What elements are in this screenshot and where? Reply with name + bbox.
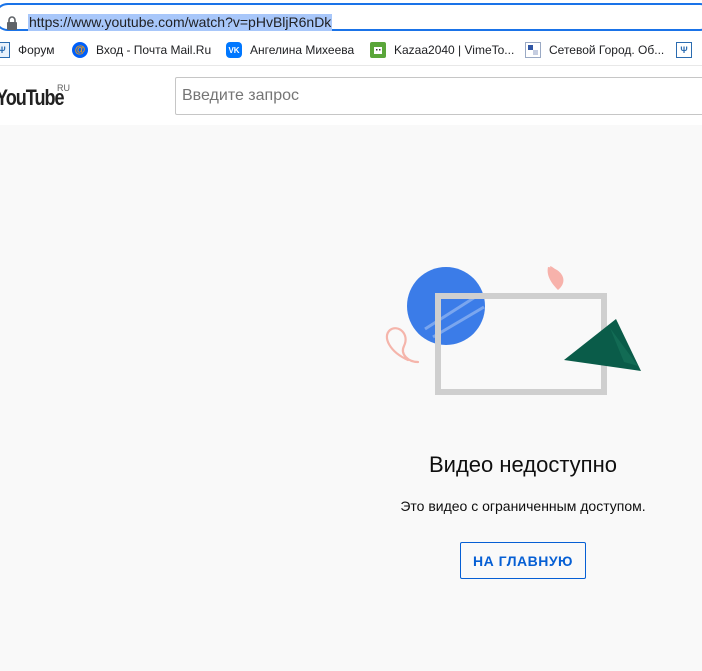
search-input[interactable]	[175, 77, 702, 115]
bookmark-label: Сетевой Город. Об...	[549, 43, 665, 57]
error-subtitle: Это видео с ограниченным доступом.	[400, 498, 646, 514]
country-code: RU	[57, 83, 70, 93]
shield-icon: Ψ	[676, 42, 692, 58]
mail-ru-icon: @	[72, 42, 88, 58]
bookmark-label: Kazaa2040 | VimeTo...	[394, 43, 515, 57]
url-text[interactable]: https://www.youtube.com/watch?v=pHvBljR6…	[28, 14, 333, 31]
error-title: Видео недоступно	[429, 452, 617, 477]
home-button[interactable]: НА ГЛАВНУЮ	[460, 542, 586, 579]
bookmark-label: Форум	[18, 43, 55, 57]
bookmark-forum[interactable]: Ψ Форум	[0, 41, 54, 59]
youtube-logo[interactable]: YouTube	[0, 85, 65, 111]
bookmark-label: Вход - Почта Mail.Ru	[96, 43, 212, 57]
vk-icon: VK	[226, 42, 242, 58]
bookmark-mail-ru[interactable]: @ Вход - Почта Mail.Ru	[72, 41, 211, 59]
bookmark-label: Ангелина Михеева	[250, 43, 355, 57]
browser-address-bar: https://www.youtube.com/watch?v=pHvBljR6…	[0, 0, 702, 36]
forum-icon: Ψ	[0, 42, 10, 58]
bookmark-netcity[interactable]: Сетевой Город. Об...	[525, 41, 664, 59]
netcity-icon	[525, 42, 541, 58]
youtube-header: YouTube RU	[0, 66, 702, 125]
bookmark-vimeto[interactable]: Kazaa2040 | VimeTo...	[370, 41, 514, 59]
bookmark-overflow[interactable]: Ψ	[676, 41, 700, 59]
lock-icon	[7, 16, 17, 30]
bookmark-vk[interactable]: VK Ангелина Михеева	[226, 41, 354, 59]
vimeto-icon	[370, 42, 386, 58]
unavailable-illustration-icon	[385, 266, 641, 395]
url-field[interactable]: https://www.youtube.com/watch?v=pHvBljR6…	[0, 3, 702, 31]
bookmarks-bar: Ψ Форум @ Вход - Почта Mail.Ru VK Ангели…	[0, 36, 702, 66]
